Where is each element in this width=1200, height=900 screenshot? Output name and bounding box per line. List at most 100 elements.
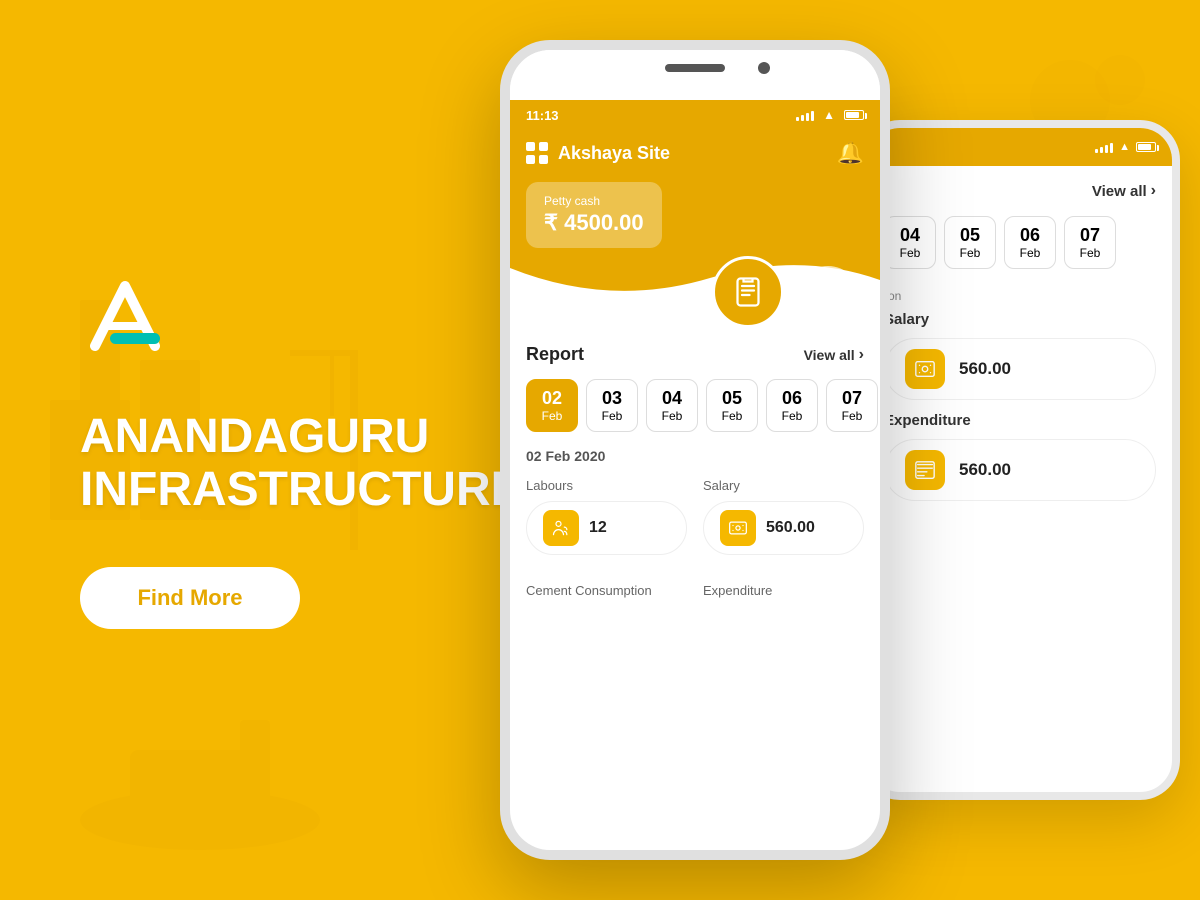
left-section: ANANDAGURU INFRASTRUCTURE Find More bbox=[0, 211, 480, 689]
date-pill-03[interactable]: 03 Feb bbox=[586, 379, 638, 432]
petty-cash-area: Petty cash ₹ 4500.00 bbox=[510, 166, 880, 308]
petty-cash-amount: ₹ 4500.00 bbox=[544, 210, 644, 236]
status-bar: 11:13 ▲ bbox=[510, 100, 880, 130]
view-all-label: View all bbox=[804, 347, 855, 363]
day-number: 07 bbox=[837, 388, 867, 409]
salary-section: Salary 560.00 bbox=[703, 478, 864, 555]
wifi-icon: ▲ bbox=[1119, 141, 1130, 153]
battery-icon bbox=[1136, 142, 1156, 152]
salary-label: Salary bbox=[703, 478, 864, 493]
month-label: Feb bbox=[1015, 246, 1045, 260]
battery-icon bbox=[844, 110, 864, 120]
petty-cash-label: Petty cash bbox=[544, 194, 644, 208]
phone-header: Akshaya Site 🔔 bbox=[510, 130, 880, 166]
expenditure-section-label: Expenditure bbox=[884, 412, 1156, 429]
report-title: Report bbox=[526, 344, 584, 365]
labours-stat-row: 12 bbox=[526, 501, 687, 555]
floating-icons bbox=[712, 266, 860, 338]
main-content: ANANDAGURU INFRASTRUCTURE Find More ▲ bbox=[0, 0, 1200, 900]
month-label: Feb bbox=[837, 409, 867, 423]
labours-label: Labours bbox=[526, 478, 687, 493]
day-number: 06 bbox=[777, 388, 807, 409]
metrics-grid: Labours 12 bbox=[526, 478, 864, 555]
day-number: 05 bbox=[717, 388, 747, 409]
salary-section-label: Salary bbox=[884, 311, 1156, 328]
phone-container: ▲ View all › 04 Feb bbox=[500, 40, 1180, 860]
labours-count: 12 bbox=[589, 519, 607, 537]
expenditure-icon bbox=[905, 450, 945, 490]
selected-date: 02 Feb 2020 bbox=[526, 448, 864, 464]
notification-bell-icon[interactable]: 🔔 bbox=[837, 140, 864, 166]
month-label: Feb bbox=[717, 409, 747, 423]
worker-icon-circle bbox=[796, 266, 860, 330]
logo-icon bbox=[80, 271, 170, 361]
labours-icon bbox=[543, 510, 579, 546]
time-display: 11:13 bbox=[526, 108, 559, 123]
header-left: Akshaya Site bbox=[526, 142, 670, 164]
signal-icon bbox=[1095, 141, 1113, 153]
salary-amount: 560.00 bbox=[959, 359, 1011, 379]
date-pill-06[interactable]: 06 Feb bbox=[1004, 216, 1056, 269]
date-pill-04-front[interactable]: 04 Feb bbox=[646, 379, 698, 432]
chevron-right-icon: › bbox=[859, 346, 864, 364]
brand-line2: INFRASTRUCTURE bbox=[80, 463, 523, 516]
month-label: Feb bbox=[657, 409, 687, 423]
back-view-all-button[interactable]: View all › bbox=[1092, 182, 1156, 200]
site-name: Akshaya Site bbox=[558, 143, 670, 164]
month-label: Feb bbox=[955, 246, 985, 260]
labours-section: Labours 12 bbox=[526, 478, 687, 555]
phone-body: Report View all › 02 Feb 03 bbox=[510, 328, 880, 614]
phone-back: ▲ View all › 04 Feb bbox=[860, 120, 1180, 800]
front-camera bbox=[758, 62, 770, 74]
phone-back-status-bar: ▲ bbox=[868, 128, 1172, 166]
phone-front: 11:13 ▲ bbox=[500, 40, 890, 860]
phone-back-content: View all › 04 Feb 05 Feb bbox=[868, 166, 1172, 529]
date-pill-02[interactable]: 02 Feb bbox=[526, 379, 578, 432]
day-number: 04 bbox=[657, 388, 687, 409]
chevron-right-icon: › bbox=[1151, 182, 1156, 200]
day-number: 04 bbox=[895, 225, 925, 246]
report-header: Report View all › bbox=[526, 344, 864, 365]
view-all-row: View all › bbox=[884, 182, 1156, 200]
salary-stat-row: 560.00 bbox=[884, 338, 1156, 400]
cement-label: Cement Consumption bbox=[526, 583, 687, 598]
day-number: 05 bbox=[955, 225, 985, 246]
salary-metric-row: 560.00 bbox=[703, 501, 864, 555]
salary-icon bbox=[905, 349, 945, 389]
date-pill-06-front[interactable]: 06 Feb bbox=[766, 379, 818, 432]
date-pill-07-front[interactable]: 07 Feb bbox=[826, 379, 878, 432]
phone-top bbox=[510, 50, 880, 100]
brand-line1: ANANDAGURU bbox=[80, 410, 429, 463]
salary-metric-icon bbox=[720, 510, 756, 546]
expenditure-stat-row: 560.00 bbox=[884, 439, 1156, 501]
day-number: 03 bbox=[597, 388, 627, 409]
expenditure-label-front: Expenditure bbox=[703, 583, 864, 598]
bottom-labels: Cement Consumption Expenditure bbox=[526, 569, 864, 598]
front-date-pills: 02 Feb 03 Feb 04 Feb 05 bbox=[526, 379, 864, 432]
petty-cash-card: Petty cash ₹ 4500.00 bbox=[526, 182, 662, 248]
status-icons: ▲ bbox=[796, 108, 864, 122]
day-number: 07 bbox=[1075, 225, 1105, 246]
salary-metric-amount: 560.00 bbox=[766, 519, 815, 537]
month-label: Feb bbox=[597, 409, 627, 423]
clipboard-icon-circle bbox=[712, 256, 784, 328]
date-pill-04[interactable]: 04 Feb bbox=[884, 216, 936, 269]
brand-name: ANANDAGURU INFRASTRUCTURE bbox=[80, 391, 420, 517]
wifi-icon: ▲ bbox=[823, 108, 835, 122]
expenditure-amount: 560.00 bbox=[959, 460, 1011, 480]
month-label: Feb bbox=[895, 246, 925, 260]
phones-section: ▲ View all › 04 Feb bbox=[480, 0, 1200, 900]
month-label: Feb bbox=[537, 409, 567, 423]
find-more-button[interactable]: Find More bbox=[80, 567, 300, 629]
partial-text: on bbox=[884, 289, 1156, 303]
back-view-all-label: View all bbox=[1092, 183, 1147, 200]
phone-speaker bbox=[665, 64, 725, 72]
grid-icon bbox=[526, 142, 548, 164]
date-pill-05[interactable]: 05 Feb bbox=[944, 216, 996, 269]
logo-area bbox=[80, 271, 420, 361]
day-number: 06 bbox=[1015, 225, 1045, 246]
front-view-all-button[interactable]: View all › bbox=[804, 346, 864, 364]
date-pill-05-front[interactable]: 05 Feb bbox=[706, 379, 758, 432]
back-date-pills: 04 Feb 05 Feb 06 Feb 07 bbox=[884, 216, 1156, 269]
date-pill-07[interactable]: 07 Feb bbox=[1064, 216, 1116, 269]
